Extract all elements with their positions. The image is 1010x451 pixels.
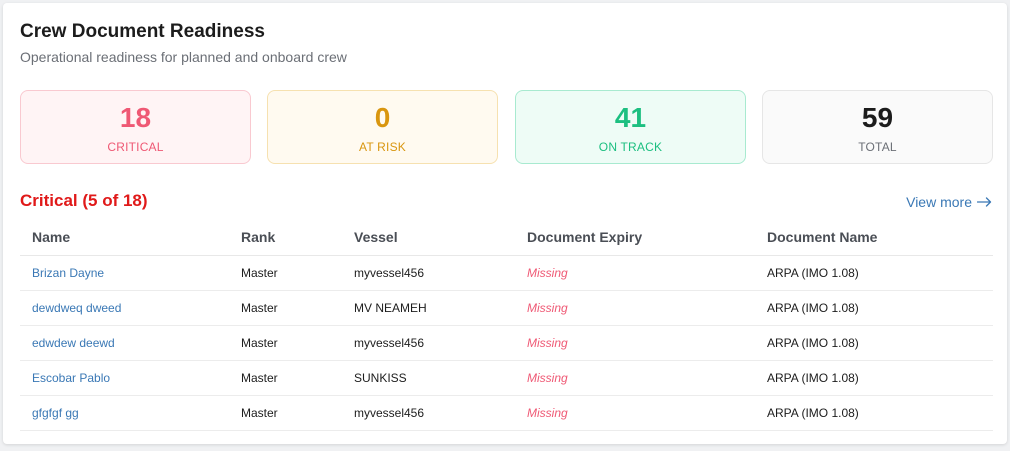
column-header-name[interactable]: Name [20,219,229,256]
stats-row: 18 CRITICAL 0 AT RISK 41 ON TRACK 59 TOT… [20,90,993,164]
vessel-cell: myvessel456 [342,395,515,431]
expiry-status-cell: Missing [515,395,755,431]
stat-on-track[interactable]: 41 ON TRACK [515,90,746,164]
crew-document-readiness-card: Crew Document Readiness Operational read… [3,3,1007,444]
stat-on-track-value: 41 [614,102,647,133]
crew-name-link[interactable]: gfgfgf gg [32,406,79,420]
vessel-cell: myvessel456 [342,325,515,361]
arrow-right-icon [977,197,992,207]
table-row: dewdweq dweed Master MV NEAMEH Missing A… [20,290,993,326]
crew-name-link[interactable]: Escobar Pablo [32,371,110,385]
stat-at-risk-label: AT RISK [359,140,406,154]
stat-total-value: 59 [861,102,894,133]
document-name-cell: ARPA (IMO 1.08) [755,255,993,291]
rank-cell: Master [229,360,342,396]
crew-name-link[interactable]: dewdweq dweed [32,301,121,315]
expiry-status-cell: Missing [515,290,755,326]
stat-at-risk-value: 0 [374,102,391,133]
stat-at-risk[interactable]: 0 AT RISK [267,90,498,164]
stat-on-track-label: ON TRACK [598,140,663,154]
table-row: gfgfgf gg Master myvessel456 Missing ARP… [20,395,993,431]
rank-cell: Master [229,255,342,291]
stat-critical[interactable]: 18 CRITICAL [20,90,251,164]
document-name-cell: ARPA (IMO 1.08) [755,290,993,326]
expiry-status-cell: Missing [515,360,755,396]
crew-name-link[interactable]: edwdew deewd [32,336,115,350]
critical-crew-table: Name Rank Vessel Document Expiry Documen… [20,219,993,431]
view-more-label: View more [906,194,972,210]
expiry-status-cell: Missing [515,255,755,291]
table-row: Escobar Pablo Master SUNKISS Missing ARP… [20,360,993,396]
column-header-document-expiry[interactable]: Document Expiry [515,219,755,256]
column-header-vessel[interactable]: Vessel [342,219,515,256]
document-name-cell: ARPA (IMO 1.08) [755,325,993,361]
card-subtitle: Operational readiness for planned and on… [20,49,347,65]
crew-name-cell: Escobar Pablo [20,360,229,396]
table-row: edwdew deewd Master myvessel456 Missing … [20,325,993,361]
rank-cell: Master [229,290,342,326]
crew-name-link[interactable]: Brizan Dayne [32,266,104,280]
crew-name-cell: gfgfgf gg [20,395,229,431]
column-header-rank[interactable]: Rank [229,219,342,256]
expiry-status-cell: Missing [515,325,755,361]
rank-cell: Master [229,395,342,431]
document-name-cell: ARPA (IMO 1.08) [755,395,993,431]
column-header-document-name[interactable]: Document Name [755,219,993,256]
crew-name-cell: dewdweq dweed [20,290,229,326]
table-header-row: Name Rank Vessel Document Expiry Documen… [20,219,993,256]
section-title: Critical (5 of 18) [20,191,148,210]
view-more-link[interactable]: View more [906,194,992,210]
table-row: Brizan Dayne Master myvessel456 Missing … [20,255,993,291]
card-title: Crew Document Readiness [20,21,265,42]
stat-total-label: TOTAL [858,140,897,154]
crew-name-cell: Brizan Dayne [20,255,229,291]
vessel-cell: myvessel456 [342,255,515,291]
stat-critical-label: CRITICAL [107,140,164,154]
vessel-cell: SUNKISS [342,360,515,396]
crew-name-cell: edwdew deewd [20,325,229,361]
stat-critical-value: 18 [119,102,152,133]
vessel-cell: MV NEAMEH [342,290,515,326]
rank-cell: Master [229,325,342,361]
document-name-cell: ARPA (IMO 1.08) [755,360,993,396]
stat-total[interactable]: 59 TOTAL [762,90,993,164]
